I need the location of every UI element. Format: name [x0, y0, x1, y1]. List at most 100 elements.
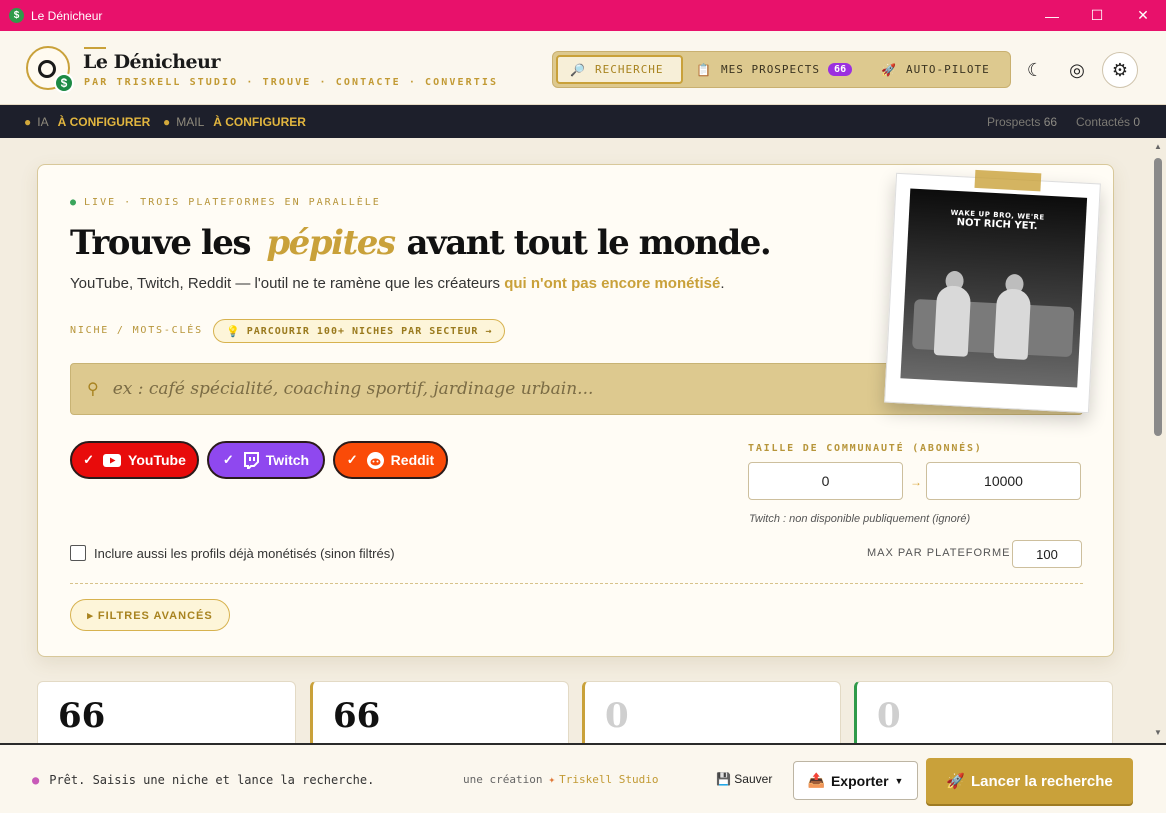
triskell-logo-icon: ✦	[548, 773, 556, 786]
export-icon: 📤	[807, 772, 825, 788]
polaroid-caption: WAKE UP BRO, WE'RE NOT RICH YET.	[908, 207, 1086, 235]
include-monetized-label[interactable]: Inclure aussi les profils déjà monétisés…	[94, 546, 395, 561]
reddit-icon	[366, 451, 384, 469]
rocket-icon: 🚀	[946, 773, 965, 790]
scroll-up-icon[interactable]: ▲	[1154, 142, 1162, 151]
logo: $	[26, 46, 74, 93]
status-dot-icon: ●	[24, 115, 32, 129]
stat-value: 66	[333, 696, 381, 736]
subtitle-highlight: qui n'ont pas encore monétisé	[504, 275, 721, 292]
platform-toggle-twitch[interactable]: ✓ Twitch	[207, 441, 325, 479]
scrollbar[interactable]: ▲ ▼	[1151, 138, 1166, 743]
moon-icon[interactable]: ☾	[1017, 52, 1053, 88]
launch-search-button[interactable]: 🚀 Lancer la recherche	[926, 758, 1133, 804]
subtitle-part-1: YouTube, Twitch, Reddit — l'outil ne te …	[70, 275, 505, 292]
status-dot-icon: ●	[32, 773, 40, 787]
ia-value: À CONFIGURER	[57, 115, 151, 129]
live-dot-icon: ●	[70, 197, 79, 208]
export-label: Exporter	[830, 772, 889, 789]
status-message-text: Prêt. Saisis une niche et lance la reche…	[49, 773, 375, 787]
main-nav: 🔎 RECHERCHE 📋 MES PROSPECTS 66 🚀 AUTO-PI…	[552, 51, 1011, 88]
mail-status[interactable]: ● MAIL À CONFIGURER	[163, 115, 306, 129]
brand-tagline: PAR TRISKELL STUDIO · TROUVE · CONTACTE …	[84, 77, 499, 88]
headline-part-1: Trouve les	[70, 223, 252, 263]
subtitle: YouTube, Twitch, Reddit — l'outil ne te …	[70, 275, 725, 292]
credit-prefix: une création	[463, 773, 543, 786]
ia-label: IA	[37, 115, 49, 129]
status-message: ● Prêt. Saisis une niche et lance la rech…	[32, 773, 374, 787]
credit-studio: Triskell Studio	[559, 773, 659, 786]
target-icon[interactable]: ◎	[1059, 52, 1095, 88]
platform-twitch-label: Twitch	[265, 452, 310, 468]
stat-value: 66	[58, 696, 106, 736]
close-button[interactable]: ✕	[1120, 0, 1166, 31]
scroll-down-icon[interactable]: ▼	[1154, 728, 1162, 737]
prospects-count-badge: 66	[828, 63, 853, 76]
stat-card: 0	[582, 681, 841, 743]
live-label: ● LIVE · TROIS PLATEFORMES EN PARALLÈLE	[70, 197, 381, 208]
footer-bar: ● Prêt. Saisis une niche et lance la rech…	[0, 743, 1166, 813]
maximize-button[interactable]: ☐	[1074, 0, 1120, 31]
gear-icon[interactable]: ⚙	[1102, 52, 1138, 88]
contacts-counter: Contactés 0	[1076, 115, 1140, 129]
app-header: $ Le Dénicheur PAR TRISKELL STUDIO · TRO…	[0, 31, 1166, 105]
check-icon: ✓	[346, 452, 358, 467]
headline-highlight: pépites	[266, 223, 396, 263]
min-subscribers-input[interactable]: 0	[748, 462, 903, 500]
window-titlebar: $ Le Dénicheur — ☐ ✕	[0, 0, 1166, 31]
niche-label: NICHE / MOTS-CLÉS	[70, 325, 203, 336]
max-subscribers-input[interactable]: 10000	[926, 462, 1081, 500]
magnifier-icon: 🔎	[570, 62, 586, 77]
headline-part-2: avant tout le monde.	[406, 223, 771, 263]
mail-value: À CONFIGURER	[213, 115, 306, 129]
lightbulb-icon: 💡	[226, 324, 241, 338]
save-button[interactable]: 💾 Sauver	[716, 772, 772, 786]
main-content: ● LIVE · TROIS PLATEFORMES EN PARALLÈLE T…	[0, 138, 1151, 743]
page-title: Trouve les pépites avant tout le monde.	[70, 223, 772, 263]
include-monetized-checkbox[interactable]	[70, 545, 86, 561]
dollar-badge-icon: $	[54, 73, 74, 93]
prospects-counter: Prospects 66	[987, 115, 1057, 129]
brand-accent-bar	[84, 47, 106, 49]
search-input[interactable]	[112, 379, 1013, 399]
stat-value: 0	[877, 696, 901, 736]
polaroid-photo: WAKE UP BRO, WE'RE NOT RICH YET.	[900, 188, 1088, 388]
range-arrow-icon: →	[910, 475, 922, 489]
config-statusbar: ● IA À CONFIGURER ● MAIL À CONFIGURER Prospe…	[0, 105, 1166, 138]
prospects-counter-label: Prospects	[987, 115, 1041, 129]
browse-niches-button[interactable]: 💡 PARCOURIR 100+ NICHES PAR SECTEUR →	[213, 319, 506, 343]
chevron-down-icon: ▼	[894, 775, 904, 786]
app-dollar-icon: $	[9, 8, 24, 23]
motivational-polaroid: WAKE UP BRO, WE'RE NOT RICH YET.	[884, 169, 1101, 414]
youtube-icon	[103, 453, 122, 467]
tab-recherche[interactable]: 🔎 RECHERCHE	[556, 55, 683, 84]
contacts-counter-value: 0	[1133, 115, 1141, 129]
platform-youtube-label: YouTube	[128, 452, 186, 468]
twitch-icon	[243, 451, 259, 469]
browse-niches-label: PARCOURIR 100+ NICHES PAR SECTEUR →	[246, 325, 493, 337]
check-icon: ✓	[83, 452, 95, 467]
live-text: LIVE · TROIS PLATEFORMES EN PARALLÈLE	[84, 197, 381, 208]
max-per-platform-input[interactable]: 100	[1012, 540, 1082, 568]
tab-recherche-label: RECHERCHE	[594, 63, 664, 76]
credit: une création ✦ Triskell Studio	[463, 773, 658, 786]
stat-card: 0	[854, 681, 1113, 743]
advanced-filters-button[interactable]: ▸ FILTRES AVANCÉS	[70, 599, 230, 631]
divider	[70, 583, 1083, 584]
export-button[interactable]: 📤 Exporter ▼	[793, 761, 918, 800]
clipboard-icon: 📋	[696, 62, 712, 77]
stat-card: 66	[37, 681, 296, 743]
contacts-counter-label: Contactés	[1076, 115, 1131, 129]
twitch-note: Twitch : non disponible publiquement (ig…	[749, 513, 971, 525]
platform-toggle-youtube[interactable]: ✓ YouTube	[70, 441, 199, 479]
tab-mes-prospects[interactable]: 📋 MES PROSPECTS 66	[696, 55, 853, 84]
person-shape	[933, 285, 972, 357]
minimize-button[interactable]: —	[1029, 0, 1075, 31]
scrollbar-thumb[interactable]	[1154, 158, 1162, 436]
max-per-platform-label: MAX PAR PLATEFORME	[867, 547, 1011, 559]
person-shape	[993, 288, 1032, 360]
platform-toggle-reddit[interactable]: ✓ Reddit	[333, 441, 448, 479]
community-size-label: TAILLE DE COMMUNAUTÉ (ABONNÉS)	[748, 443, 983, 454]
tab-auto-pilote[interactable]: 🚀 AUTO-PILOTE	[881, 55, 990, 84]
ia-status[interactable]: ● IA À CONFIGURER	[24, 115, 150, 129]
